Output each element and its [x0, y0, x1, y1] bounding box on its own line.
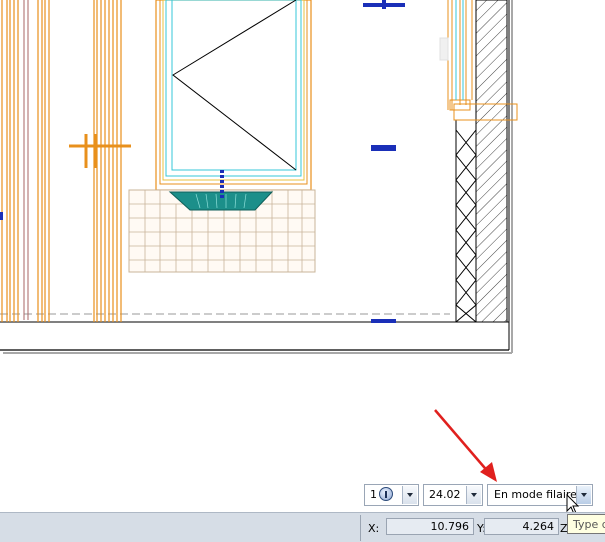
chevron-down-icon — [407, 493, 413, 497]
chevron-down-icon — [471, 493, 477, 497]
tooltip-text: Type d — [573, 518, 605, 531]
zoom-selector[interactable]: 24.02 — [423, 484, 483, 506]
window — [155, 0, 312, 191]
drawing-canvas[interactable] — [0, 0, 605, 512]
exterior-wall — [439, 0, 518, 323]
chevron-down-icon — [581, 493, 587, 497]
blue-markers — [0, 0, 405, 323]
display-mode-value: En mode filaire — [494, 488, 577, 501]
layer-selector[interactable]: 1 — [364, 484, 419, 506]
info-icon[interactable] — [379, 487, 393, 501]
annotation-arrow — [434, 409, 497, 482]
layer-value: 1 — [370, 488, 377, 501]
vanity-unit — [128, 170, 316, 273]
door-frames — [1, 0, 122, 322]
door-handle — [69, 134, 131, 168]
layer-dropdown-button[interactable] — [402, 486, 417, 504]
zoom-value: 24.02 — [429, 488, 461, 501]
x-label: X: — [368, 522, 380, 535]
tooltip: Type d — [567, 514, 605, 534]
x-coordinate-field: 10.796 — [386, 518, 474, 535]
status-separator — [360, 515, 361, 541]
status-bar: X: 10.796 Y: 4.264 Z — [0, 512, 605, 542]
y-coordinate-field: 4.264 — [484, 518, 559, 535]
zoom-dropdown-button[interactable] — [466, 486, 481, 504]
